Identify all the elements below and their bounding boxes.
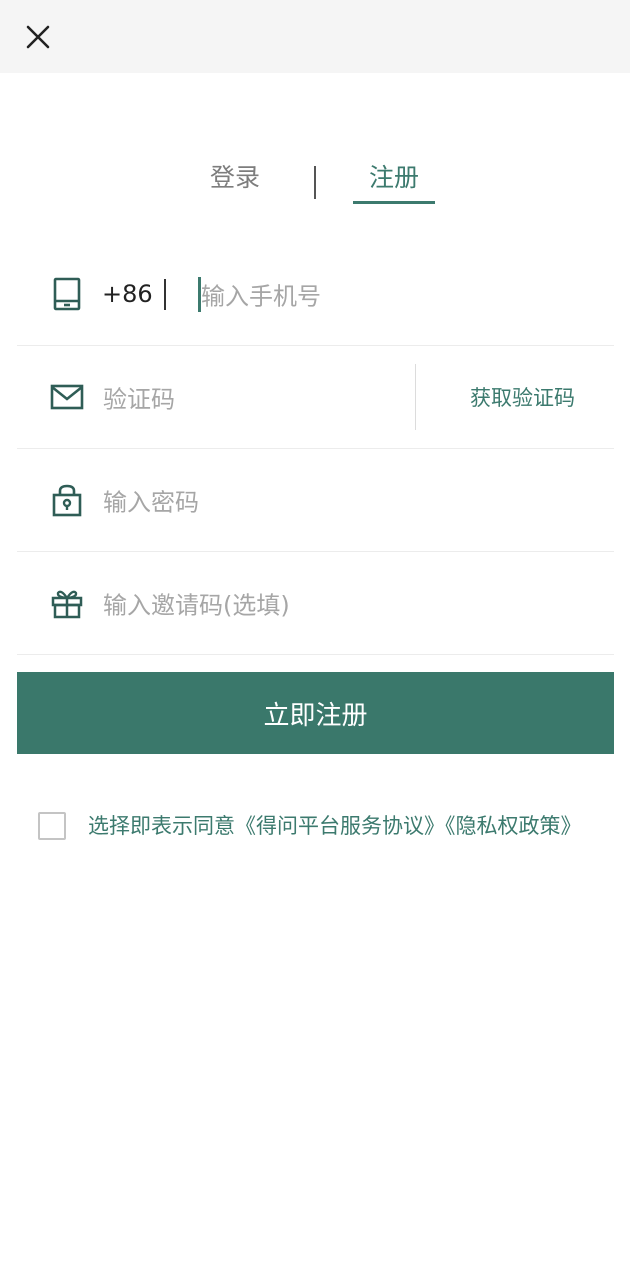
close-button[interactable] bbox=[18, 17, 58, 57]
auth-tabs: 登录 注册 bbox=[0, 150, 630, 210]
phone-icon bbox=[50, 277, 84, 311]
country-code-selector[interactable]: +86 bbox=[102, 280, 153, 308]
agreement-checkbox[interactable] bbox=[38, 812, 66, 840]
phone-input[interactable]: 输入手机号 bbox=[201, 277, 321, 312]
verify-code-row: 验证码 获取验证码 bbox=[17, 346, 614, 449]
tab-login[interactable]: 登录 bbox=[210, 158, 260, 194]
mail-icon bbox=[50, 380, 84, 414]
phone-row: +86 输入手机号 bbox=[17, 243, 614, 346]
service-agreement-link[interactable]: 《得问平台服务协议》 bbox=[235, 814, 445, 838]
close-icon bbox=[26, 25, 50, 49]
agreement-prefix: 选择即表示同意 bbox=[88, 814, 235, 838]
privacy-policy-link[interactable]: 《隐私权政策》 bbox=[445, 814, 582, 838]
top-bar bbox=[0, 0, 630, 73]
agreement-text: 选择即表示同意《得问平台服务协议》《隐私权政策》 bbox=[88, 812, 588, 840]
gift-icon bbox=[50, 586, 84, 620]
verify-code-input[interactable]: 验证码 bbox=[103, 380, 175, 415]
active-tab-indicator bbox=[353, 201, 435, 204]
invite-code-row: 输入邀请码(选填) bbox=[17, 552, 614, 655]
password-row: 输入密码 bbox=[17, 449, 614, 552]
lock-icon bbox=[50, 483, 84, 517]
tab-divider bbox=[314, 166, 316, 199]
get-code-divider bbox=[415, 364, 416, 430]
invite-code-input[interactable]: 输入邀请码(选填) bbox=[103, 586, 290, 621]
country-code-divider bbox=[164, 279, 166, 310]
register-button[interactable]: 立即注册 bbox=[17, 672, 614, 754]
password-input[interactable]: 输入密码 bbox=[103, 483, 199, 518]
tab-register[interactable]: 注册 bbox=[369, 158, 419, 194]
get-code-button[interactable]: 获取验证码 bbox=[470, 382, 575, 412]
